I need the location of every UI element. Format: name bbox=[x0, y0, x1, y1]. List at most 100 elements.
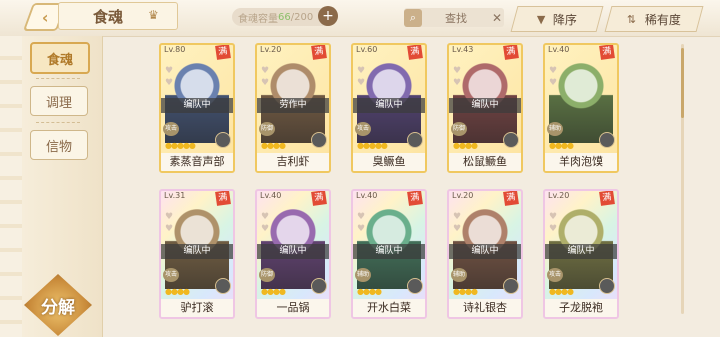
role-badge: 攻击 bbox=[163, 268, 179, 282]
max-badge: 满 bbox=[407, 191, 423, 206]
gem-icon bbox=[407, 132, 423, 148]
level-text: Lv.40 bbox=[356, 191, 378, 200]
star-rating: ●●●● bbox=[549, 287, 574, 296]
character-name: 臭鳜鱼 bbox=[353, 153, 425, 171]
status-label: 编队中 bbox=[257, 244, 329, 259]
divider bbox=[36, 78, 80, 79]
character-card[interactable]: Lv.20 满 ♥ ♥ 编队中 攻击 ●●●● 子龙脱袍 bbox=[543, 189, 619, 319]
heart-icon: ♥ bbox=[165, 78, 174, 88]
heart-icon: ♥ bbox=[261, 224, 270, 234]
character-name: 松鼠鳜鱼 bbox=[449, 153, 521, 171]
level-text: Lv.20 bbox=[260, 45, 282, 54]
character-card[interactable]: Lv.43 满 ♥ ♥ 编队中 防御 ●●●● 松鼠鳜鱼 bbox=[447, 43, 523, 173]
character-name: 素蒸音声部 bbox=[161, 153, 233, 171]
heart-icon: ♥ bbox=[357, 78, 366, 88]
max-badge: 满 bbox=[407, 45, 423, 60]
sort-order-label: 降序 bbox=[553, 12, 578, 27]
character-card[interactable]: Lv.40 满 ♥ ♥ 辅助 ●●●● 羊肉泡馍 bbox=[543, 43, 619, 173]
max-badge: 满 bbox=[599, 191, 615, 206]
search-placeholder[interactable]: 查找 bbox=[422, 10, 490, 26]
star-rating: ●●●●● bbox=[357, 141, 388, 150]
page-title: 食魂 bbox=[58, 2, 178, 30]
character-card[interactable]: Lv.31 满 ♥ ♥ 编队中 攻击 ●●●● 驴打滚 bbox=[159, 189, 235, 319]
character-name: 开水白菜 bbox=[353, 299, 425, 317]
role-badge: 攻击 bbox=[355, 122, 371, 136]
star-rating: ●●●● bbox=[165, 287, 190, 296]
character-name: 驴打滚 bbox=[161, 299, 233, 317]
heart-icon: ♥ bbox=[357, 212, 366, 222]
status-label: 劳作中 bbox=[257, 98, 329, 113]
character-card[interactable]: Lv.20 满 ♥ ♥ 编队中 辅助 ●●●● 诗礼银杏 bbox=[447, 189, 523, 319]
top-bar: ‹ 食魂 ♛ 食魂容量 66 /200 + ⌕ 查找 ✕ ▼ 降序 ⇅ 稀有度 bbox=[0, 0, 720, 37]
chevron-left-icon: ‹ bbox=[41, 7, 49, 27]
gem-icon bbox=[215, 132, 231, 148]
star-rating: ●●●● bbox=[549, 141, 574, 150]
character-card[interactable]: Lv.80 满 ♥ ♥ 编队中 攻击 ●●●●● 素蒸音声部 bbox=[159, 43, 235, 173]
tab-tiaoli[interactable]: 调理 bbox=[30, 86, 88, 116]
star-rating: ●●●●● bbox=[165, 141, 196, 150]
clear-icon[interactable]: ✕ bbox=[490, 11, 504, 25]
character-name: 一品锅 bbox=[257, 299, 329, 317]
max-badge: 满 bbox=[215, 45, 231, 60]
star-rating: ●●●● bbox=[357, 287, 382, 296]
character-card[interactable]: Lv.40 满 ♥ ♥ 编队中 防御 ●●●● 一品锅 bbox=[255, 189, 331, 319]
gem-icon bbox=[215, 278, 231, 294]
heart-icon: ♥ bbox=[549, 66, 558, 76]
role-badge: 攻击 bbox=[163, 122, 179, 136]
max-badge: 满 bbox=[503, 45, 519, 60]
heart-icon: ♥ bbox=[165, 212, 174, 222]
status-label: 编队中 bbox=[353, 244, 425, 259]
capacity-label: 食魂容量 bbox=[238, 13, 278, 25]
scrollbar[interactable] bbox=[681, 44, 684, 314]
decompose-button[interactable]: 分解 bbox=[24, 274, 92, 336]
capacity-bar: 食魂容量 66 /200 + bbox=[232, 6, 338, 26]
role-badge: 辅助 bbox=[355, 268, 371, 282]
heart-icon: ♥ bbox=[453, 78, 462, 88]
heart-icon: ♥ bbox=[261, 78, 270, 88]
capacity-current: 66 bbox=[278, 11, 291, 23]
character-card[interactable]: Lv.20 满 ♥ ♥ 劳作中 防御 ●●●● 吉利虾 bbox=[255, 43, 331, 173]
status-label: 编队中 bbox=[545, 244, 617, 259]
heart-icon: ♥ bbox=[261, 66, 270, 76]
gem-icon bbox=[503, 132, 519, 148]
role-badge: 防御 bbox=[259, 122, 275, 136]
status-label: 编队中 bbox=[449, 98, 521, 113]
max-badge: 满 bbox=[599, 45, 615, 60]
max-badge: 满 bbox=[311, 45, 327, 60]
role-badge: 攻击 bbox=[547, 268, 563, 282]
level-text: Lv.31 bbox=[164, 191, 186, 200]
sort-order-button[interactable]: ▼ 降序 bbox=[510, 6, 604, 32]
level-text: Lv.40 bbox=[548, 45, 570, 54]
heart-icon: ♥ bbox=[357, 66, 366, 76]
capacity-add-button[interactable]: + bbox=[318, 6, 338, 26]
heart-icon: ♥ bbox=[549, 224, 558, 234]
star-rating: ●●●● bbox=[261, 141, 286, 150]
gem-icon bbox=[311, 132, 327, 148]
tab-xinwu[interactable]: 信物 bbox=[30, 130, 88, 160]
max-badge: 满 bbox=[215, 191, 231, 206]
level-text: Lv.20 bbox=[452, 191, 474, 200]
gem-icon bbox=[503, 278, 519, 294]
role-badge: 辅助 bbox=[547, 122, 563, 136]
max-badge: 满 bbox=[503, 191, 519, 206]
sort-arrows-icon: ⇅ bbox=[627, 12, 637, 26]
level-text: Lv.43 bbox=[452, 45, 474, 54]
search-field[interactable]: ⌕ 查找 ✕ bbox=[404, 8, 504, 27]
heart-icon: ♥ bbox=[549, 78, 558, 88]
level-text: Lv.80 bbox=[164, 45, 186, 54]
sort-key-button[interactable]: ⇅ 稀有度 bbox=[604, 6, 704, 32]
role-badge: 防御 bbox=[259, 268, 275, 282]
tab-shihun[interactable]: 食魂 bbox=[30, 42, 90, 74]
heart-icon: ♥ bbox=[453, 66, 462, 76]
heart-icon: ♥ bbox=[165, 224, 174, 234]
heart-icon: ♥ bbox=[453, 224, 462, 234]
left-decor-strip bbox=[0, 36, 22, 337]
heart-icon: ♥ bbox=[165, 66, 174, 76]
level-text: Lv.60 bbox=[356, 45, 378, 54]
character-card[interactable]: Lv.40 满 ♥ ♥ 编队中 辅助 ●●●● 开水白菜 bbox=[351, 189, 427, 319]
character-card[interactable]: Lv.60 满 ♥ ♥ 编队中 攻击 ●●●●● 臭鳜鱼 bbox=[351, 43, 427, 173]
gem-icon bbox=[311, 278, 327, 294]
sidebar: 食魂 调理 信物 分解 bbox=[22, 36, 103, 337]
status-label: 编队中 bbox=[449, 244, 521, 259]
star-rating: ●●●● bbox=[453, 287, 478, 296]
